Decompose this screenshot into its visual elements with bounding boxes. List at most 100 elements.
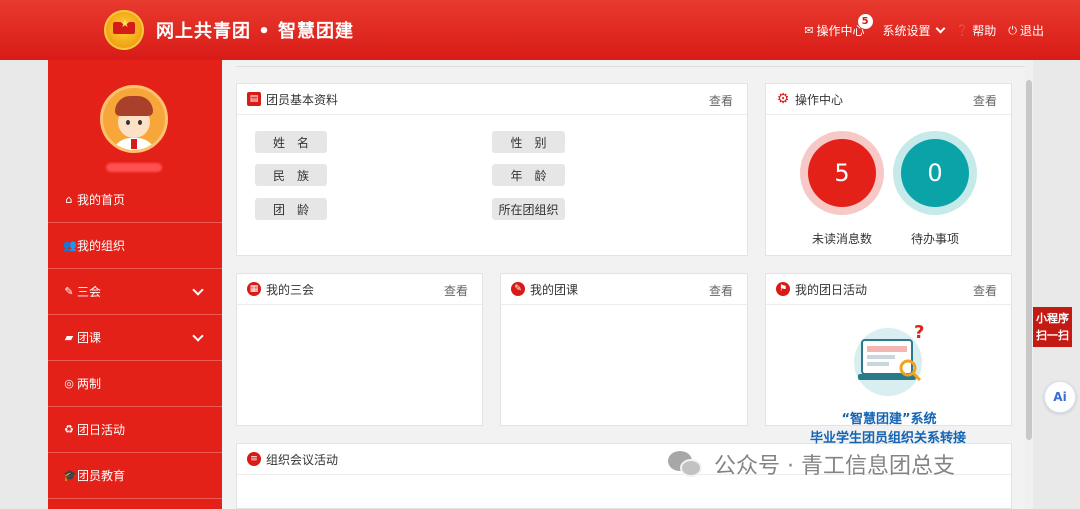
avatar[interactable] [100, 85, 168, 153]
avatar-eye [126, 120, 130, 125]
sidebar-item-label: 团日活动 [77, 423, 126, 437]
avatar-tie [131, 139, 137, 149]
list-icon: ≡ [247, 452, 261, 466]
scan-label: 扫一扫 [1036, 329, 1069, 342]
league-logo: ★ [104, 10, 144, 50]
profile-panel: ▤ 团员基本资料 查看 姓 名 性 别 民 族 年 龄 团 龄 所在团组织 [236, 83, 748, 256]
sidebar-item-organization[interactable]: 👥 我的组织 [48, 223, 222, 269]
ai-assistant-button[interactable]: Ai [1044, 381, 1076, 413]
sidebar-item-home[interactable]: ⌂ 我的首页 [48, 177, 222, 223]
promo-subtitle: 毕业学生团员组织关系转接 [809, 431, 966, 446]
panel-title: 我的团课 [530, 282, 579, 297]
field-age-label: 年 龄 [492, 164, 565, 186]
unread-messages[interactable]: 5 [800, 131, 884, 215]
sidebar-item-education[interactable]: 🎓 团员教育 [48, 453, 222, 499]
nav-help[interactable]: ❓ 帮助 [956, 22, 997, 39]
profile-view-link[interactable]: 查看 [709, 92, 733, 109]
nav-logout-label: 退出 [1019, 24, 1044, 38]
avatar-eye [138, 120, 142, 125]
ops-view-link[interactable]: 查看 [973, 92, 997, 109]
chevron-down-icon [192, 284, 204, 296]
sidebar-item-sanhui[interactable]: ✎ 三会 [48, 269, 222, 315]
sidebar-item-label: 我的首页 [77, 193, 126, 207]
todo-items[interactable]: 0 [893, 131, 977, 215]
sidebar-item-tuanke[interactable]: ▰ 团课 [48, 315, 222, 361]
watermark-text: 公众号 · 青工信息团总支 [714, 454, 955, 479]
flag-icon: ⚑ [776, 282, 790, 296]
panel-title: 团员基本资料 [266, 92, 339, 107]
main-content: ▤ 团员基本资料 查看 姓 名 性 别 民 族 年 龄 团 龄 所在团组织 ⚙ … [222, 60, 1032, 509]
tuanri-panel-header: ⚑ 我的团日活动 查看 [766, 274, 1011, 305]
nav-help-label: 帮助 [972, 24, 997, 38]
target-icon: ◎ [64, 377, 74, 390]
edit-icon: ✎ [64, 285, 74, 298]
site-title: 网上共青团 • 智慧团建 [156, 21, 355, 42]
mini-program-button[interactable]: 小程序 扫一扫 [1033, 307, 1072, 347]
users-icon: 👥 [63, 239, 77, 252]
ops-center-panel: ⚙ 操作中心 查看 5 未读消息数 0 待办事项 [765, 83, 1012, 256]
avatar-hair [115, 96, 153, 116]
todo-count: 0 [901, 139, 969, 207]
wechat-bubble [680, 459, 702, 477]
sidebar-item-label: 团员教育 [77, 469, 126, 483]
nav-settings[interactable]: 系统设置 [882, 22, 946, 39]
profile-panel-header: ▤ 团员基本资料 查看 [237, 84, 747, 115]
sanhui-panel-header: ▦ 我的三会 查看 [237, 274, 482, 305]
nav-logout[interactable]: ⏻ 退出 [1008, 22, 1044, 39]
field-ethnicity-label: 民 族 [255, 164, 327, 186]
id-card-icon: ▤ [247, 92, 261, 106]
tuanri-view-link[interactable]: 查看 [973, 282, 997, 299]
ops-panel-header: ⚙ 操作中心 查看 [766, 84, 1011, 115]
username-redacted [106, 163, 162, 172]
todo-label: 待办事项 [910, 232, 959, 246]
unread-count: 5 [808, 139, 876, 207]
tuanri-panel: ⚑ 我的团日活动 查看 ? “智慧团建”系统 [765, 273, 1012, 427]
sanhui-view-link[interactable]: 查看 [444, 282, 468, 299]
question-mark-icon: ? [914, 324, 924, 343]
field-name-label: 姓 名 [255, 131, 327, 153]
panel-title: 组织会议活动 [266, 452, 339, 467]
promo-title: “智慧团建”系统 [841, 412, 937, 427]
tuanke-view-link[interactable]: 查看 [709, 282, 733, 299]
field-league-age-label: 团 龄 [255, 198, 327, 220]
nav-ops-label: 操作中心 [816, 24, 865, 38]
power-icon: ⏻ [1008, 23, 1017, 37]
screen-line [867, 362, 889, 366]
pencil-icon: ✎ [511, 282, 525, 296]
home-icon: ⌂ [65, 193, 73, 206]
ops-badge: 5 [857, 14, 873, 29]
monitor-illustration: ? [854, 324, 924, 396]
panel-title: 操作中心 [795, 92, 844, 107]
tuanke-panel-header: ✎ 我的团课 查看 [501, 274, 747, 305]
folder-icon: ▰ [64, 331, 74, 344]
screen-bar [867, 346, 907, 352]
star-icon: ★ [120, 17, 130, 30]
sidebar-menu: ⌂ 我的首页 👥 我的组织 ✎ 三会 ▰ 团课 ◎ 两制 ♻ 团日活动 🎓 团员… [48, 177, 222, 499]
scrollbar-thumb[interactable] [1026, 80, 1032, 440]
panel-title: 我的团日活动 [795, 282, 868, 297]
mini-program-label: 小程序 [1036, 312, 1069, 325]
field-gender-label: 性 别 [492, 131, 565, 153]
chevron-down-icon [935, 23, 946, 34]
nav-ops-center[interactable]: ✉ 操作中心 5 [804, 14, 873, 39]
sidebar-item-label: 三会 [77, 285, 102, 299]
chevron-down-icon [192, 330, 204, 342]
sidebar-item-tuanri[interactable]: ♻ 团日活动 [48, 407, 222, 453]
sidebar-item-liangzhi[interactable]: ◎ 两制 [48, 361, 222, 407]
watermark: 公众号 · 青工信息团总支 [668, 448, 955, 480]
sanhui-panel: ▦ 我的三会 查看 [236, 273, 483, 426]
wechat-icon [668, 449, 704, 479]
divider [236, 66, 1026, 67]
sidebar: ⌂ 我的首页 👥 我的组织 ✎ 三会 ▰ 团课 ◎ 两制 ♻ 团日活动 🎓 团员… [48, 60, 222, 509]
nav-settings-label: 系统设置 [882, 24, 931, 38]
graduation-cap-icon: 🎓 [63, 469, 77, 482]
mail-icon: ✉ [804, 24, 814, 37]
top-header: ★ 网上共青团 • 智慧团建 ✉ 操作中心 5 系统设置 ❓ 帮助 ⏻ 退出 [0, 0, 1080, 60]
unread-label: 未读消息数 [811, 232, 872, 246]
top-nav: ✉ 操作中心 5 系统设置 ❓ 帮助 ⏻ 退出 [792, 14, 1044, 39]
field-org-label: 所在团组织 [492, 198, 565, 220]
panel-title: 我的三会 [266, 282, 315, 297]
sidebar-item-label: 两制 [77, 377, 102, 391]
help-icon: ❓ [955, 24, 970, 37]
recycle-icon: ♻ [64, 423, 74, 436]
